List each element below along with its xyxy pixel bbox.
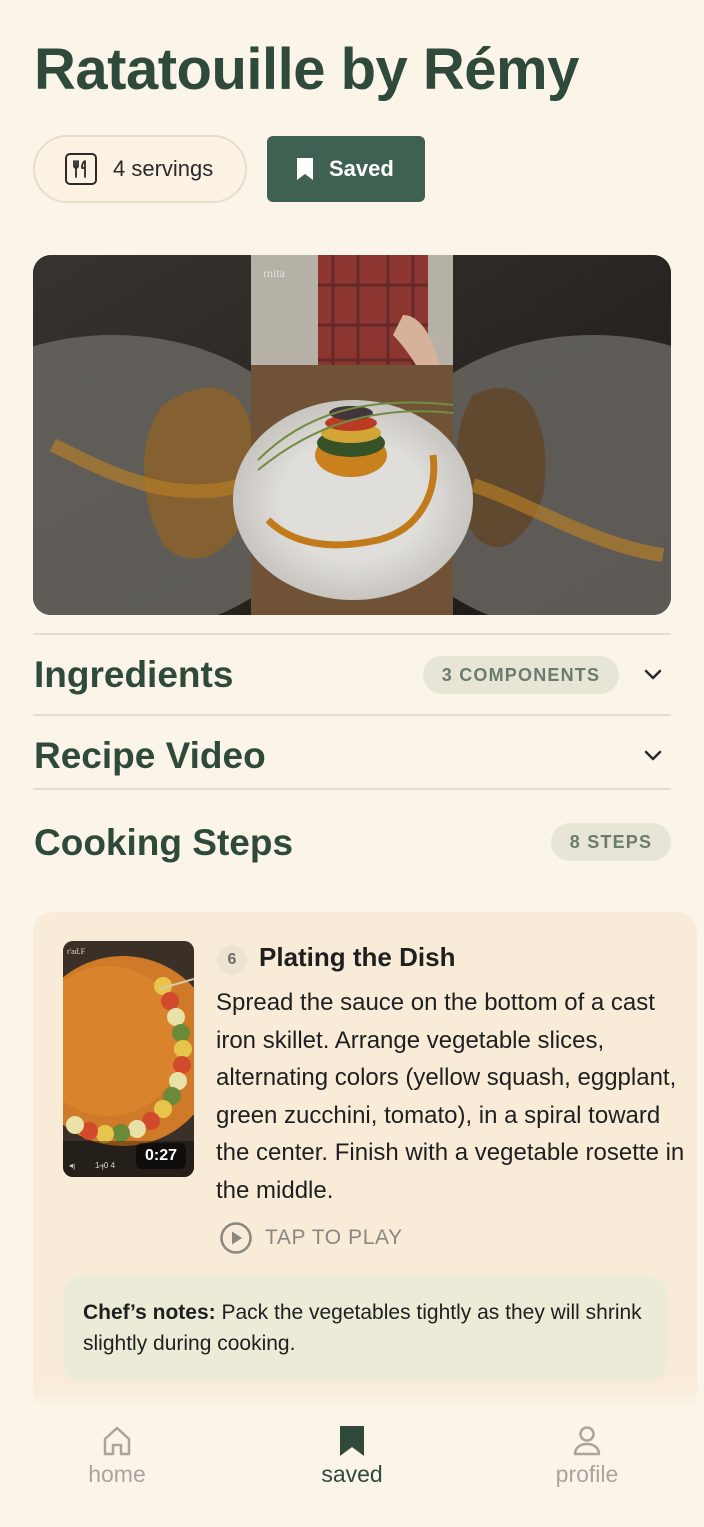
nav-profile-label: profile [555, 1461, 619, 1487]
nav-profile[interactable]: profile [517, 1405, 657, 1488]
step-title: Plating the Dish [259, 942, 456, 972]
ingredients-title: Ingredients [34, 654, 234, 695]
components-badge: 3 COMPONENTS [423, 656, 619, 694]
servings-label: 4 servings [113, 156, 214, 181]
utensils-icon [65, 153, 97, 185]
section-divider [33, 714, 671, 716]
video-duration: 0:27 [135, 1143, 186, 1169]
tap-to-play-button[interactable]: TAP TO PLAY [219, 1221, 403, 1255]
nav-saved-label: saved [321, 1461, 383, 1487]
home-icon [103, 1426, 131, 1456]
saved-button[interactable]: Saved [267, 136, 425, 202]
saved-label: Saved [329, 156, 394, 181]
tap-to-play-label: TAP TO PLAY [265, 1226, 403, 1249]
svg-text:r'ad.F: r'ad.F [67, 947, 86, 956]
section-divider [33, 788, 671, 790]
bookmark-icon [297, 158, 313, 180]
cooking-steps-title: Cooking Steps [34, 822, 294, 863]
servings-selector[interactable]: 4 servings [33, 135, 247, 203]
step-video-thumbnail[interactable]: r'ad.F ◂ꞁ 1 ꞁ̶0 4 0:27 [63, 941, 194, 1177]
bookmark-icon [340, 1426, 364, 1456]
nav-saved[interactable]: saved [282, 1405, 422, 1488]
svg-text:1 ꞁ̶0 4: 1 ꞁ̶0 4 [95, 1161, 116, 1170]
steps-count-badge: 8 STEPS [551, 823, 671, 861]
recipe-video-title: Recipe Video [34, 735, 266, 776]
user-icon [573, 1426, 601, 1456]
section-divider [33, 633, 671, 635]
step-description: Spread the sauce on the bottom of a cast… [216, 989, 685, 1204]
recipe-title: Ratatouille by Rémy [34, 37, 579, 102]
chef-notes: Chef’s notes: Pack the vegetables tightl… [63, 1277, 667, 1380]
nav-home[interactable]: home [47, 1405, 187, 1488]
recipe-hero-image: rnita [33, 255, 671, 615]
nav-home-label: home [88, 1461, 146, 1487]
svg-text:◂ꞁ: ◂ꞁ [69, 1161, 75, 1170]
step-number-badge: 6 [217, 945, 247, 975]
chef-notes-label: Chef’s notes: [83, 1301, 216, 1324]
chevron-down-icon[interactable] [641, 663, 665, 687]
play-circle-icon [220, 1222, 252, 1254]
chevron-down-icon[interactable] [641, 744, 665, 768]
bottom-navigation: home saved profile [0, 1405, 704, 1527]
